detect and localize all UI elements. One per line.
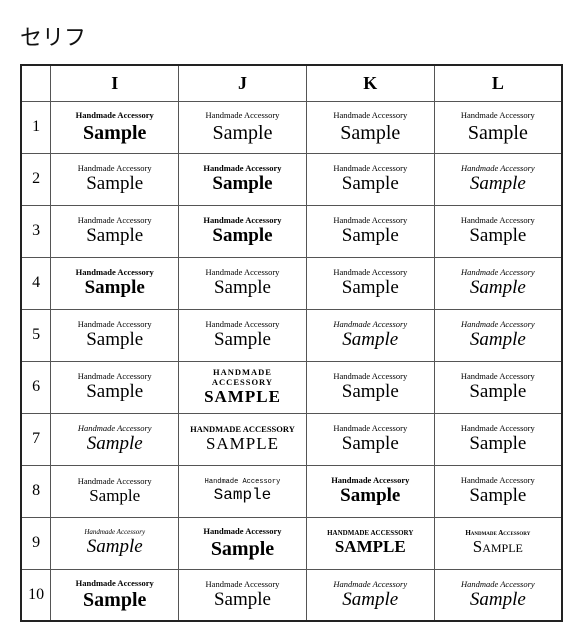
cell-2-I: Handmade Accessory Sample — [51, 153, 179, 205]
col-header-I: I — [51, 65, 179, 101]
cell-5-K: Handmade Accessory Sample — [306, 309, 434, 361]
table-row: 2 Handmade Accessory Sample Handmade Acc… — [21, 153, 562, 205]
font-table: I J K L 1 Handmade Accessory Sample Hand… — [20, 64, 563, 622]
table-row: 4 Handmade Accessory Sample Handmade Acc… — [21, 257, 562, 309]
cell-9-J: Handmade Accessory Sample — [179, 517, 307, 569]
table-row: 3 Handmade Accessory Sample Handmade Acc… — [21, 205, 562, 257]
row-number: 4 — [21, 257, 51, 309]
cell-9-K: HANDMADE ACCESSORY SAMPLE — [306, 517, 434, 569]
cell-9-I: Handmade Accessory Sample — [51, 517, 179, 569]
cell-8-K: Handmade Accessory Sample — [306, 465, 434, 517]
table-row: 1 Handmade Accessory Sample Handmade Acc… — [21, 101, 562, 153]
table-row: 8 Handmade Accessory Sample Handmade Acc… — [21, 465, 562, 517]
row-number: 6 — [21, 361, 51, 413]
cell-3-L: Handmade Accessory Sample — [434, 205, 562, 257]
col-header-L: L — [434, 65, 562, 101]
cell-4-K: Handmade Accessory Sample — [306, 257, 434, 309]
cell-6-J: HANDMADE ACCESSORY SAMPLE — [179, 361, 307, 413]
cell-7-I: Handmade Accessory Sample — [51, 413, 179, 465]
row-number: 9 — [21, 517, 51, 569]
cell-7-L: Handmade Accessory Sample — [434, 413, 562, 465]
col-header-K: K — [306, 65, 434, 101]
cell-3-I: Handmade Accessory Sample — [51, 205, 179, 257]
cell-3-J: Handmade Accessory Sample — [179, 205, 307, 257]
cell-1-J: Handmade Accessory Sample — [179, 101, 307, 153]
cell-10-J: Handmade Accessory Sample — [179, 569, 307, 621]
cell-7-J: HANDMADE ACCESSORY SAMPLE — [179, 413, 307, 465]
cell-2-L: Handmade Accessory Sample — [434, 153, 562, 205]
row-number: 2 — [21, 153, 51, 205]
cell-7-K: Handmade Accessory Sample — [306, 413, 434, 465]
cell-4-J: Handmade Accessory Sample — [179, 257, 307, 309]
cell-3-K: Handmade Accessory Sample — [306, 205, 434, 257]
cell-6-I: Handmade Accessory Sample — [51, 361, 179, 413]
cell-8-I: Handmade Accessory Sample — [51, 465, 179, 517]
row-number: 1 — [21, 101, 51, 153]
cell-1-K: Handmade Accessory Sample — [306, 101, 434, 153]
cell-5-L: Handmade Accessory Sample — [434, 309, 562, 361]
table-row: 10 Handmade Accessory Sample Handmade Ac… — [21, 569, 562, 621]
cell-6-K: Handmade Accessory Sample — [306, 361, 434, 413]
cell-10-L: Handmade Accessory Sample — [434, 569, 562, 621]
row-number: 5 — [21, 309, 51, 361]
cell-8-L: Handmade Accessory Sample — [434, 465, 562, 517]
row-number: 10 — [21, 569, 51, 621]
table-row: 7 Handmade Accessory Sample HANDMADE ACC… — [21, 413, 562, 465]
table-row: 6 Handmade Accessory Sample HANDMADE ACC… — [21, 361, 562, 413]
cell-8-J: Handmade Accessory Sample — [179, 465, 307, 517]
cell-10-K: Handmade Accessory Sample — [306, 569, 434, 621]
table-row: 9 Handmade Accessory Sample Handmade Acc… — [21, 517, 562, 569]
cell-4-L: Handmade Accessory Sample — [434, 257, 562, 309]
cell-5-J: Handmade Accessory Sample — [179, 309, 307, 361]
col-header-J: J — [179, 65, 307, 101]
table-row: 5 Handmade Accessory Sample Handmade Acc… — [21, 309, 562, 361]
cell-1-L: Handmade Accessory Sample — [434, 101, 562, 153]
cell-9-L: Handmade Accessory Sample — [434, 517, 562, 569]
cell-10-I: Handmade Accessory Sample — [51, 569, 179, 621]
cell-5-I: Handmade Accessory Sample — [51, 309, 179, 361]
col-header-empty — [21, 65, 51, 101]
row-number: 3 — [21, 205, 51, 257]
cell-4-I: Handmade Accessory Sample — [51, 257, 179, 309]
cell-1-I: Handmade Accessory Sample — [51, 101, 179, 153]
row-number: 8 — [21, 465, 51, 517]
cell-6-L: Handmade Accessory Sample — [434, 361, 562, 413]
cell-2-J: Handmade Accessory Sample — [179, 153, 307, 205]
page-title: セリフ — [20, 20, 563, 52]
cell-2-K: Handmade Accessory Sample — [306, 153, 434, 205]
row-number: 7 — [21, 413, 51, 465]
